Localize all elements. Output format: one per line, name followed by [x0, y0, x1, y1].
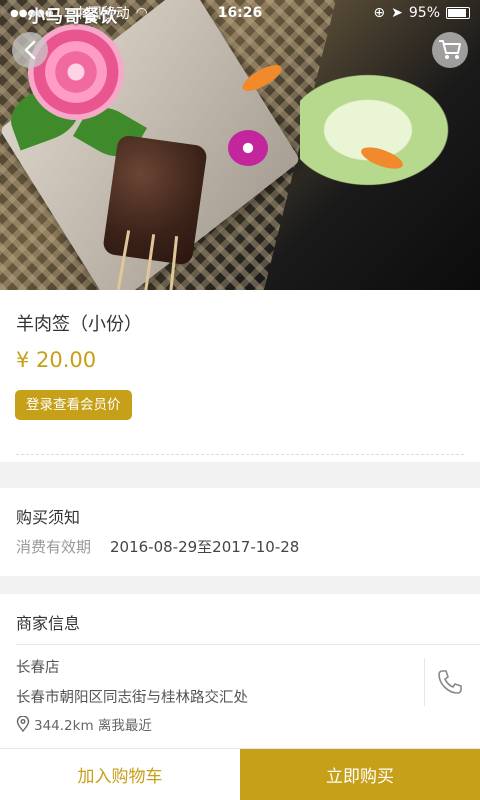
status-bar: ●●●●● 中国移动 ◠ 小马哥餐饮 16:26 ⊕ ➤ 95% — [0, 0, 480, 27]
vegetable-carving — [300, 60, 470, 200]
clock: 16:26 — [217, 5, 263, 21]
distance-text: 344.2km 离我最近 — [34, 718, 152, 734]
cart-icon — [439, 40, 461, 59]
lamb-skewers — [102, 134, 208, 266]
product-info: 羊肉签（小份） ¥ 20.00 登录查看会员价 — [0, 290, 480, 462]
store-address[interactable]: 长春市朝阳区同志街与桂林路交汇处 — [16, 686, 248, 707]
chevron-left-icon — [24, 40, 36, 60]
product-name: 羊肉签（小份） — [16, 314, 142, 335]
buy-now-button[interactable]: 立即购买 — [240, 749, 480, 800]
merchant-info-section: 商家信息 长春店 长春市朝阳区同志街与桂林路交汇处 344.2km 离我最近 — [0, 594, 480, 748]
login-member-price-button[interactable]: 登录查看会员价 — [15, 390, 132, 420]
add-to-cart-button[interactable]: 加入购物车 — [0, 749, 240, 800]
bottom-action-bar: 加入购物车 立即购买 — [0, 748, 480, 800]
validity-value: 2016-08-29至2017-10-28 — [110, 538, 300, 556]
orchid-garnish — [228, 130, 268, 166]
location-pin-icon — [16, 716, 30, 732]
section-title: 商家信息 — [16, 614, 81, 633]
product-image — [0, 0, 480, 290]
store-name[interactable]: 长春店 — [16, 656, 60, 677]
section-title: 购买须知 — [16, 508, 81, 527]
divider — [16, 644, 480, 645]
dashed-divider — [16, 454, 464, 455]
cart-button[interactable] — [432, 32, 468, 68]
phone-icon — [438, 670, 462, 694]
call-button[interactable] — [436, 668, 464, 696]
validity-label: 消费有效期 — [16, 538, 92, 556]
battery-icon — [446, 7, 470, 19]
purchase-notice-section: 购买须知 消费有效期 2016-08-29至2017-10-28 — [0, 488, 480, 576]
distance-row: 344.2km 离我最近 — [16, 714, 152, 734]
product-price: ¥ 20.00 — [16, 348, 97, 372]
back-button[interactable] — [12, 32, 48, 68]
vertical-divider — [424, 658, 425, 706]
